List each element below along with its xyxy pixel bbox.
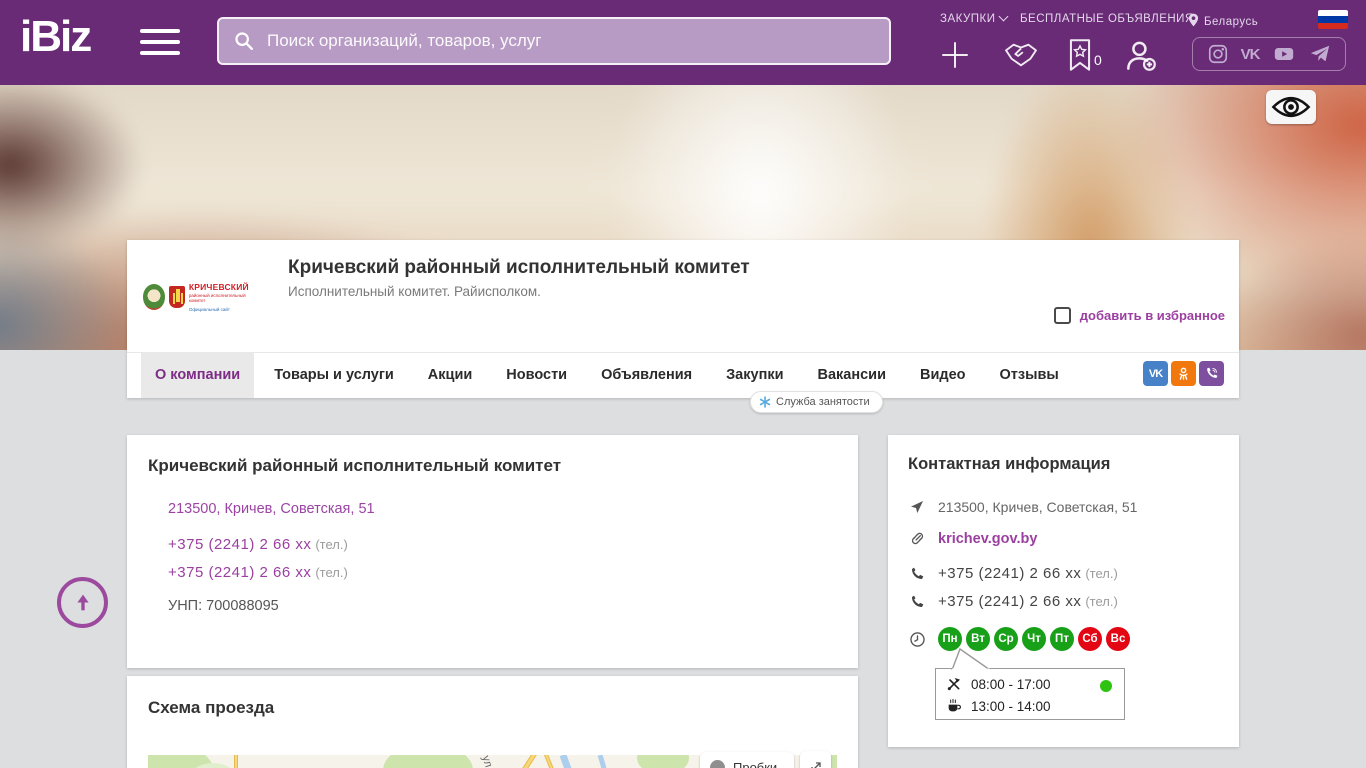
- tab-products[interactable]: Товары и услуги: [260, 353, 408, 398]
- coat-of-arms-icon: [143, 283, 166, 310]
- link-icon: [911, 532, 923, 545]
- schedule-pointer: [951, 648, 991, 670]
- phone-icon: [912, 595, 924, 607]
- clock-icon: [909, 631, 925, 647]
- favorite-checkbox[interactable]: [1053, 307, 1071, 324]
- search-bar: [217, 17, 891, 65]
- youtube-icon[interactable]: [1271, 43, 1297, 65]
- instagram-icon[interactable]: [1207, 43, 1229, 65]
- partners-handshake-icon[interactable]: [1000, 40, 1042, 70]
- about-phone-2[interactable]: +375 (2241) 2 66 xx (тел.): [168, 564, 348, 581]
- contact-website-row: krichev.gov.by: [908, 530, 1037, 547]
- header-social-links: VK: [1192, 37, 1346, 71]
- company-title: Кричевский районный исполнительный комит…: [288, 257, 750, 278]
- contact-address-row: 213500, Кричев, Советская, 51: [908, 499, 1137, 515]
- login-user-icon[interactable]: [1122, 37, 1160, 75]
- add-company-icon[interactable]: [938, 38, 972, 72]
- company-logo[interactable]: КРИЧЕВСКИЙ районный исполнительный комит…: [143, 250, 253, 343]
- add-to-favorites[interactable]: добавить в избранное: [1053, 307, 1225, 324]
- city-shield-icon: [169, 285, 185, 308]
- favorites-count: 0: [1094, 52, 1102, 68]
- favorites-bookmark-icon[interactable]: [1066, 38, 1094, 72]
- favorite-label: добавить в избранное: [1079, 308, 1225, 323]
- eye-icon: [1271, 96, 1311, 118]
- contact-card: Контактная информация 213500, Кричев, Со…: [888, 435, 1239, 747]
- employment-service-tooltip: Служба занятости: [750, 391, 883, 413]
- scroll-to-top-button[interactable]: [57, 577, 108, 628]
- contact-website-link[interactable]: krichev.gov.by: [938, 531, 1037, 547]
- page: iBiz ЗАКУПКИ БЕСПЛАТНЫЕ ОБЪЯВЛЕНИЯ Белар…: [0, 0, 1366, 768]
- menu-burger-icon[interactable]: [140, 29, 180, 57]
- search-input[interactable]: [267, 31, 875, 51]
- header: iBiz ЗАКУПКИ БЕСПЛАТНЫЕ ОБЪЯВЛЕНИЯ Белар…: [0, 0, 1366, 85]
- working-hours-row: Пн Вт Ср Чт Пт Сб Вс: [908, 627, 1130, 651]
- nav-region[interactable]: Беларусь: [1188, 13, 1258, 28]
- vk-icon[interactable]: VK: [1241, 46, 1261, 63]
- company-logo-subtitle: районный исполнительный комитет: [188, 292, 246, 303]
- about-heading: Кричевский районный исполнительный комит…: [148, 456, 562, 475]
- schedule-popup: 08:00 - 17:00 13:00 - 14:00: [935, 648, 1125, 720]
- company-logo-title: КРИЧЕВСКИЙ: [188, 281, 249, 292]
- tooltip-label: Служба занятости: [776, 396, 870, 408]
- traffic-toggle-button[interactable]: Пробки: [700, 752, 794, 768]
- company-subtitle: Исполнительный комитет. Райисполком.: [288, 284, 541, 299]
- map-card: Схема проезда ул. Пробки: [127, 676, 858, 768]
- work-hours: 08:00 - 17:00: [971, 676, 1051, 692]
- traffic-light-icon: [710, 759, 725, 768]
- weekday-fri[interactable]: Пт: [1050, 627, 1074, 651]
- weekday-sat[interactable]: Сб: [1078, 627, 1102, 651]
- phone-icon: [912, 567, 924, 579]
- coffee-break-icon: [948, 698, 961, 712]
- contact-phone-row-1: +375 (2241) 2 66 xx (тел.): [908, 565, 1118, 582]
- contact-phone-1[interactable]: +375 (2241) 2 66 xx (тел.): [938, 565, 1118, 582]
- break-hours: 13:00 - 14:00: [971, 698, 1051, 714]
- share-vk-button[interactable]: VK: [1143, 361, 1168, 386]
- chevron-down-icon: [999, 11, 1009, 22]
- work-hours-row: 08:00 - 17:00: [946, 673, 1114, 695]
- tab-promotions[interactable]: Акции: [414, 353, 486, 398]
- tab-announcements[interactable]: Объявления: [587, 353, 706, 398]
- contact-phone-row-2: +375 (2241) 2 66 xx (тел.): [908, 593, 1118, 610]
- map-heading: Схема проезда: [148, 698, 275, 717]
- company-unp: УНП: 700088095: [168, 598, 279, 614]
- tab-about[interactable]: О компании: [141, 353, 255, 398]
- about-card: Кричевский районный исполнительный комит…: [127, 435, 858, 668]
- arrow-up-icon: [76, 594, 89, 610]
- break-hours-row: 13:00 - 14:00: [946, 695, 1114, 717]
- weekday-sun[interactable]: Вс: [1106, 627, 1130, 651]
- language-flag-russia[interactable]: [1318, 10, 1348, 29]
- company-card: КРИЧЕВСКИЙ районный исполнительный комит…: [127, 240, 1239, 398]
- telegram-icon[interactable]: [1309, 43, 1331, 65]
- about-phone-1[interactable]: +375 (2241) 2 66 xx (тел.): [168, 536, 348, 553]
- expand-arrows-icon: [810, 761, 821, 768]
- tab-reviews[interactable]: Отзывы: [986, 353, 1073, 398]
- contact-heading: Контактная информация: [908, 455, 1111, 473]
- share-odnoklassniki-button[interactable]: [1171, 361, 1196, 386]
- navigation-arrow-icon: [911, 501, 923, 513]
- tab-news[interactable]: Новости: [492, 353, 581, 398]
- share-viber-button[interactable]: [1199, 361, 1224, 386]
- contact-address: 213500, Кричев, Советская, 51: [938, 499, 1138, 515]
- company-tabs: О компании Товары и услуги Акции Новости Объ…: [127, 352, 1239, 398]
- location-pin-icon: [1188, 13, 1199, 27]
- site-logo[interactable]: iBiz: [20, 12, 92, 62]
- accessibility-eye-button[interactable]: [1266, 90, 1316, 124]
- weekday-wed[interactable]: Ср: [994, 627, 1018, 651]
- tab-video[interactable]: Видео: [906, 353, 980, 398]
- nav-purchases[interactable]: ЗАКУПКИ: [940, 11, 1009, 25]
- company-logo-caption: Официальный сайт: [188, 306, 230, 312]
- nav-free-ads[interactable]: БЕСПЛАТНЫЕ ОБЪЯВЛЕНИЯ: [1020, 13, 1194, 25]
- search-icon: [235, 32, 253, 50]
- contact-phone-2[interactable]: +375 (2241) 2 66 xx (тел.): [938, 593, 1118, 610]
- work-tools-icon: [947, 678, 960, 691]
- share-buttons: VK: [1143, 361, 1224, 386]
- about-address-link[interactable]: 213500, Кричев, Советская, 51: [168, 501, 375, 517]
- weekday-thu[interactable]: Чт: [1022, 627, 1046, 651]
- open-now-indicator: [1100, 680, 1112, 692]
- service-asterisk-icon: [759, 396, 771, 408]
- map-expand-button[interactable]: [800, 751, 831, 768]
